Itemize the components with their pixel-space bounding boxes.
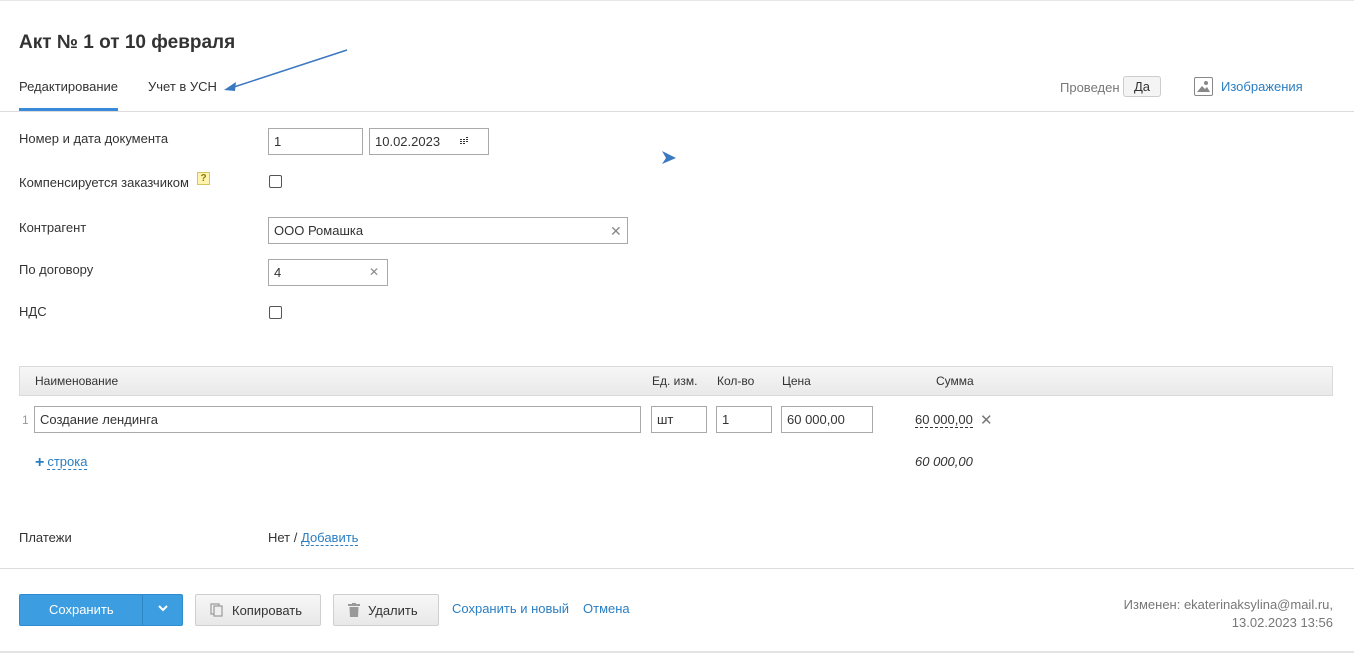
cancel-link[interactable]: Отмена [583, 601, 630, 616]
plus-icon: + [35, 453, 45, 471]
doc-date-input[interactable]: 10.02.2023 [369, 128, 489, 155]
help-icon[interactable]: ? [197, 172, 210, 185]
clear-contract-icon[interactable]: ✕ [369, 265, 379, 279]
copy-icon [210, 603, 223, 617]
vat-label: НДС [19, 304, 47, 319]
trash-icon [348, 603, 360, 617]
posted-toggle-button[interactable]: Да [1123, 76, 1161, 97]
column-header-unit: Ед. изм. [652, 374, 698, 388]
posted-label: Проведен [1060, 80, 1120, 95]
column-header-qty: Кол-во [717, 374, 755, 388]
images-link[interactable]: Изображения [1194, 77, 1303, 96]
item-qty-input[interactable]: 1 [716, 406, 772, 433]
column-header-sum: Сумма [936, 374, 974, 388]
cursor-arrow-icon [662, 151, 676, 164]
modified-info: Изменен: ekaterinaksylina@mail.ru, 13.02… [1124, 596, 1333, 632]
counterparty-label: Контрагент [19, 220, 87, 235]
compensated-checkbox[interactable] [269, 175, 282, 188]
add-payment-link[interactable]: Добавить [301, 530, 359, 546]
payments-label: Платежи [19, 530, 72, 545]
top-border [0, 0, 1354, 1]
images-link-label: Изображения [1221, 79, 1303, 94]
payments-value: Нет / [268, 530, 298, 545]
item-price-input[interactable]: 60 000,00 [781, 406, 873, 433]
footer-divider [0, 568, 1354, 569]
save-button[interactable]: Сохранить [19, 594, 183, 626]
column-header-name: Наименование [35, 374, 119, 388]
counterparty-input[interactable]: ООО Ромашка [268, 217, 628, 244]
add-row-link[interactable]: + строка [35, 453, 88, 471]
add-row-label: строка [47, 454, 88, 470]
tab-editing[interactable]: Редактирование [19, 79, 119, 111]
column-header-price: Цена [782, 374, 811, 388]
doc-number-input[interactable]: 1 [268, 128, 363, 155]
doc-number-date-label: Номер и дата документа [19, 131, 169, 146]
save-and-new-link[interactable]: Сохранить и новый [452, 601, 569, 616]
item-name-input[interactable]: Создание лендинга [34, 406, 641, 433]
calendar-icon[interactable] [460, 137, 469, 144]
chevron-down-icon[interactable] [157, 602, 169, 614]
item-sum-value[interactable]: 60 000,00 [915, 412, 973, 428]
copy-button-label: Копировать [232, 602, 302, 618]
save-button-separator [142, 595, 143, 625]
page-title: Акт № 1 от 10 февраля [19, 32, 236, 53]
image-icon [1194, 77, 1213, 96]
delete-button[interactable]: Удалить [333, 594, 439, 626]
tabs-divider [0, 111, 1354, 112]
vat-checkbox[interactable] [269, 306, 282, 319]
modified-by: Изменен: ekaterinaksylina@mail.ru, [1123, 597, 1333, 612]
modified-date: 13.02.2023 13:56 [1231, 615, 1333, 630]
table-total: 60 000,00 [915, 454, 973, 469]
save-button-label: Сохранить [49, 602, 114, 617]
clear-counterparty-icon[interactable]: ✕ [610, 224, 622, 238]
row-number: 1 [22, 413, 29, 427]
tab-usn-accounting[interactable]: Учет в УСН [148, 79, 217, 94]
compensated-label: Компенсируется заказчиком [19, 175, 189, 190]
delete-button-label: Удалить [368, 602, 418, 618]
delete-row-icon[interactable]: ✕ [980, 411, 993, 429]
item-unit-input[interactable]: шт [651, 406, 707, 433]
copy-button[interactable]: Копировать [195, 594, 321, 626]
contract-label: По договору [19, 262, 94, 277]
annotation-arrow-icon [224, 49, 676, 164]
